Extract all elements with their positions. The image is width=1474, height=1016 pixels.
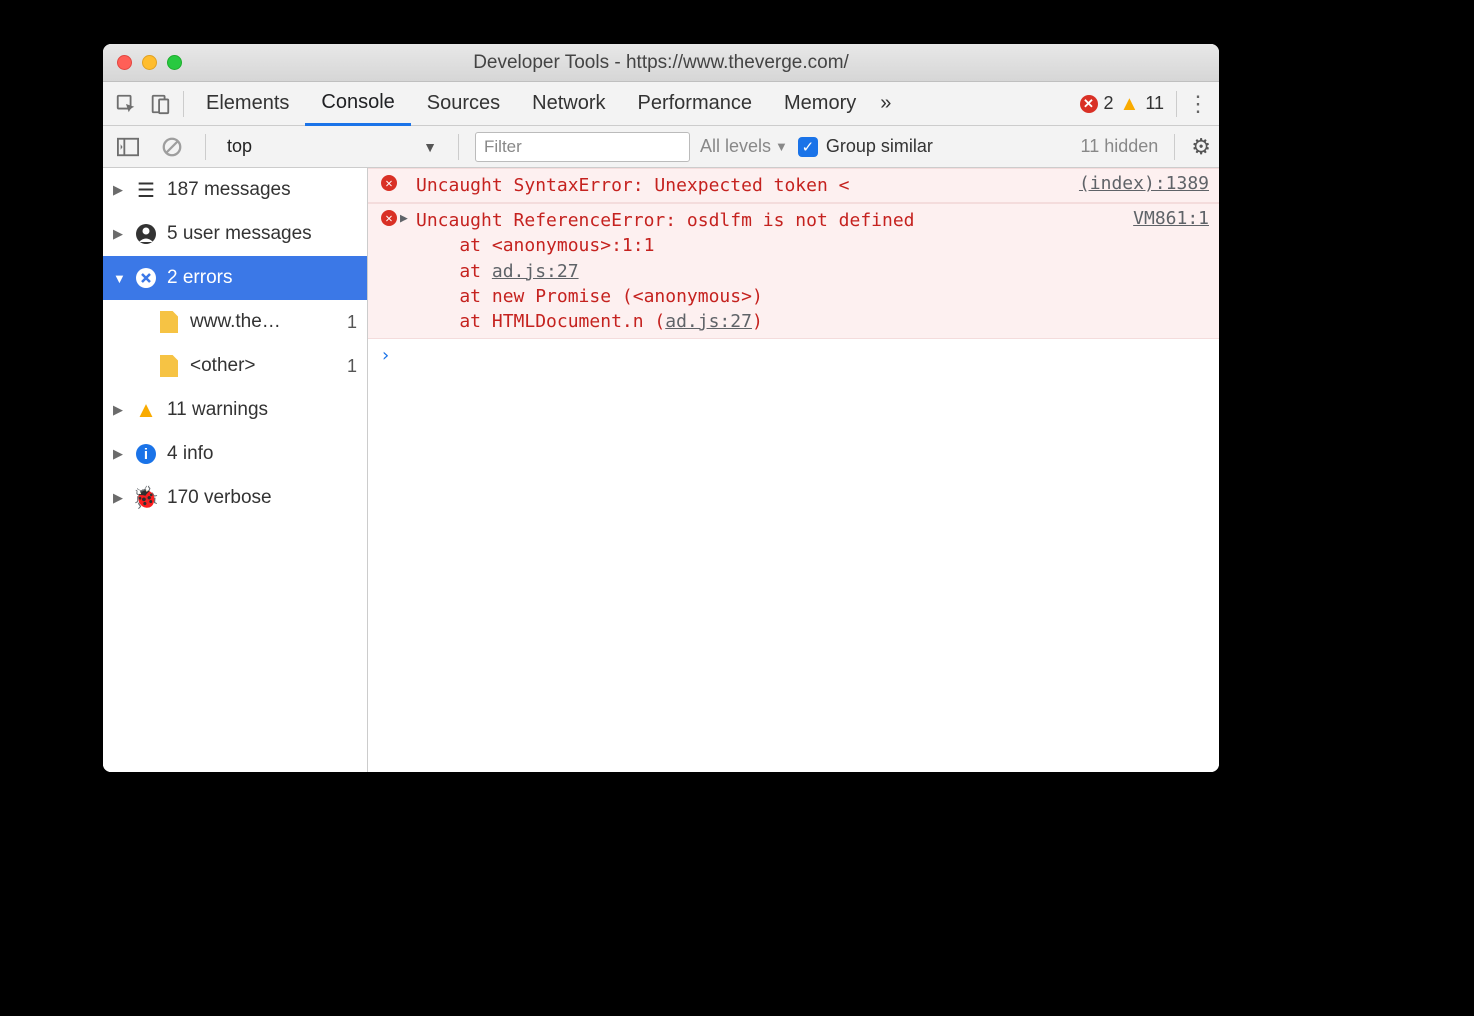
source-label: www.the…: [190, 311, 281, 333]
console-body: ▶ ☰ 187 messages ▶ 5 user messages ▼ 2 e…: [103, 168, 1219, 772]
warning-count: 11: [1145, 93, 1164, 114]
separator: [1176, 91, 1177, 117]
chevron-down-icon: ▼: [423, 139, 437, 155]
context-value: top: [227, 136, 252, 157]
group-similar-checkbox[interactable]: ✓ Group similar: [798, 136, 933, 157]
sidebar-item-user-messages[interactable]: ▶ 5 user messages: [103, 212, 367, 256]
tab-sources[interactable]: Sources: [411, 82, 516, 126]
tab-performance[interactable]: Performance: [622, 82, 769, 126]
error-count: 2: [1104, 93, 1114, 114]
sidebar-error-source-1[interactable]: www.the… 1: [103, 300, 367, 344]
disclosure-triangle-icon: ▶: [113, 226, 125, 242]
console-toolbar: top ▼ All levels ▼ ✓ Group similar 11 hi…: [103, 126, 1219, 168]
message-source-link[interactable]: (index):1389: [1079, 173, 1209, 194]
tabs-overflow-button[interactable]: »: [872, 82, 899, 126]
verbose-label: 170 verbose: [167, 487, 272, 509]
device-toolbar-icon[interactable]: [143, 87, 177, 121]
devtools-window: Developer Tools - https://www.theverge.c…: [103, 44, 1219, 772]
stack-link[interactable]: ad.js:27: [492, 261, 579, 282]
context-selector[interactable]: top ▼: [222, 133, 442, 160]
source-count: 1: [347, 356, 357, 377]
sidebar-item-messages[interactable]: ▶ ☰ 187 messages: [103, 168, 367, 212]
hidden-count[interactable]: 11 hidden: [1081, 136, 1159, 157]
source-label: <other>: [190, 355, 256, 377]
console-prompt[interactable]: ›: [368, 339, 1219, 372]
source-count: 1: [347, 312, 357, 333]
tab-console[interactable]: Console: [305, 82, 410, 126]
window-title: Developer Tools - https://www.theverge.c…: [103, 52, 1219, 74]
toggle-sidebar-icon[interactable]: [111, 130, 145, 164]
error-icon: ✕: [1080, 95, 1098, 113]
maximize-window-button[interactable]: [167, 55, 182, 70]
checkbox-checked-icon: ✓: [798, 137, 818, 157]
message-source-link[interactable]: VM861:1: [1133, 208, 1209, 229]
console-error-message[interactable]: ✕ ▶ Uncaught ReferenceError: osdlfm is n…: [368, 203, 1219, 339]
warnings-label: 11 warnings: [167, 399, 268, 421]
separator: [205, 134, 206, 160]
message-text: Uncaught SyntaxError: Unexpected token <: [416, 173, 1079, 198]
devtools-tabstrip: Elements Console Sources Network Perform…: [103, 82, 1219, 126]
levels-label: All levels: [700, 136, 771, 157]
clear-console-icon[interactable]: [155, 130, 189, 164]
user-messages-label: 5 user messages: [167, 223, 312, 245]
disclosure-triangle-icon: ▼: [113, 271, 125, 286]
tab-network[interactable]: Network: [516, 82, 621, 126]
disclosure-triangle-icon: ▶: [113, 402, 125, 418]
filter-input[interactable]: [475, 132, 690, 162]
status-badges[interactable]: ✕ 2 ▲ 11: [1074, 93, 1171, 114]
log-levels-selector[interactable]: All levels ▼: [700, 136, 788, 157]
more-menu-icon[interactable]: ⋮: [1183, 91, 1213, 117]
error-icon: ✕: [378, 208, 400, 226]
inspect-icon[interactable]: [109, 87, 143, 121]
messages-label: 187 messages: [167, 179, 291, 201]
error-icon: ✕: [378, 173, 400, 191]
tab-elements[interactable]: Elements: [190, 82, 305, 126]
separator: [183, 91, 184, 117]
file-icon: [158, 355, 180, 377]
sidebar-error-source-2[interactable]: <other> 1: [103, 344, 367, 388]
disclosure-triangle-icon: ▶: [113, 490, 125, 506]
errors-label: 2 errors: [167, 267, 232, 289]
console-sidebar: ▶ ☰ 187 messages ▶ 5 user messages ▼ 2 e…: [103, 168, 368, 772]
message-text: Uncaught ReferenceError: osdlfm is not d…: [416, 208, 1133, 334]
bug-icon: 🐞: [135, 485, 157, 511]
disclosure-triangle-icon: ▶: [113, 446, 125, 462]
close-window-button[interactable]: [117, 55, 132, 70]
traffic-lights: [103, 55, 182, 70]
window-titlebar: Developer Tools - https://www.theverge.c…: [103, 44, 1219, 82]
stack-link[interactable]: ad.js:27: [665, 311, 752, 332]
minimize-window-button[interactable]: [142, 55, 157, 70]
sidebar-item-errors[interactable]: ▼ 2 errors: [103, 256, 367, 300]
settings-gear-icon[interactable]: ⚙: [1191, 134, 1211, 160]
file-icon: [158, 311, 180, 333]
sidebar-item-warnings[interactable]: ▶ ▲ 11 warnings: [103, 388, 367, 432]
separator: [1174, 134, 1175, 160]
console-error-message[interactable]: ✕ Uncaught SyntaxError: Unexpected token…: [368, 168, 1219, 203]
group-similar-label: Group similar: [826, 136, 933, 157]
warning-icon: ▲: [135, 397, 157, 423]
info-icon: i: [135, 444, 157, 464]
spacer: [400, 173, 416, 176]
sidebar-item-verbose[interactable]: ▶ 🐞 170 verbose: [103, 476, 367, 520]
user-icon: [135, 224, 157, 244]
separator: [458, 134, 459, 160]
list-icon: ☰: [135, 178, 157, 203]
disclosure-triangle-icon: ▶: [113, 182, 125, 198]
tab-memory[interactable]: Memory: [768, 82, 872, 126]
sidebar-item-info[interactable]: ▶ i 4 info: [103, 432, 367, 476]
prompt-icon: ›: [380, 345, 391, 366]
error-icon: [135, 268, 157, 288]
info-label: 4 info: [167, 443, 213, 465]
console-messages: ✕ Uncaught SyntaxError: Unexpected token…: [368, 168, 1219, 772]
disclosure-triangle-icon[interactable]: ▶: [400, 208, 416, 226]
chevron-down-icon: ▼: [775, 139, 788, 154]
warning-icon: ▲: [1120, 94, 1140, 114]
